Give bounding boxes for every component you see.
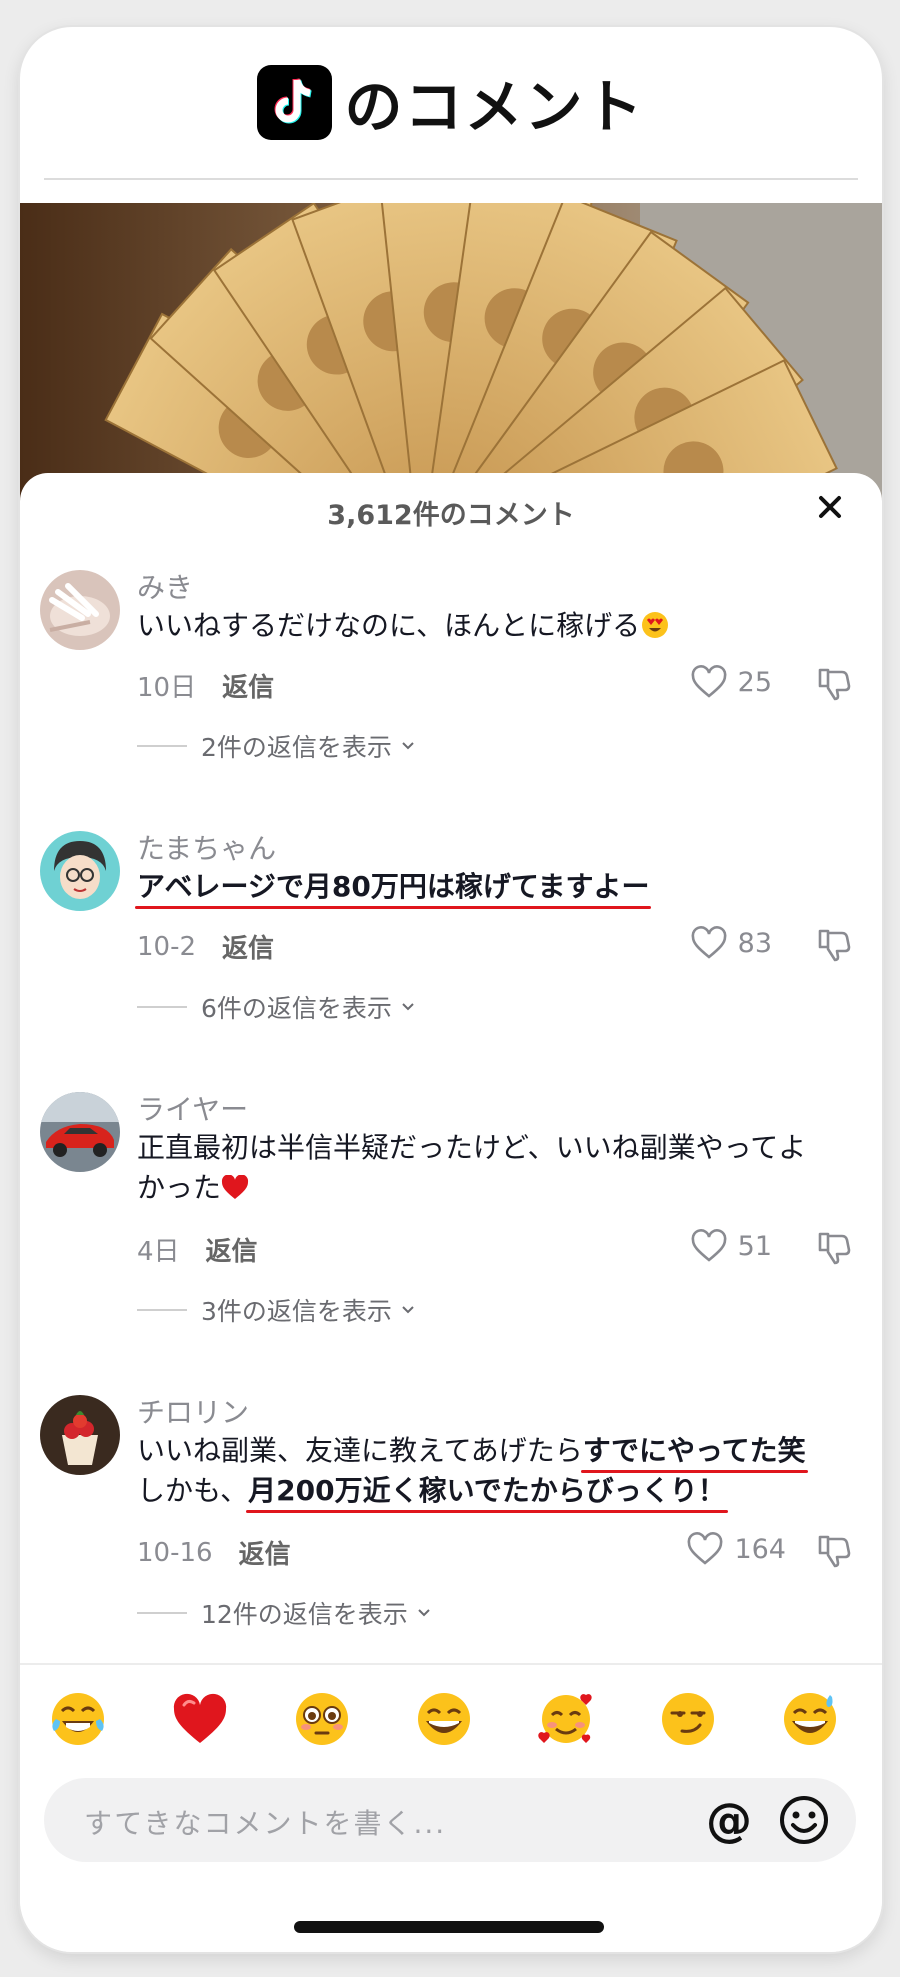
tears-of-joy-emoji-icon[interactable] — [48, 1689, 108, 1749]
replies-divider — [137, 1006, 187, 1008]
replies-divider — [137, 1612, 187, 1614]
mention-button[interactable]: @ — [706, 1792, 752, 1848]
like-button[interactable]: 25 — [690, 665, 772, 699]
highlighted-text: すでにやってた笑 — [582, 1434, 806, 1467]
comment-meta: 10-16 返信 — [137, 1534, 291, 1571]
comment-username[interactable]: ライヤー — [137, 1088, 248, 1128]
comment-text-part: いいねするだけなのに、ほんとに稼げる — [137, 609, 641, 642]
like-button[interactable]: 51 — [690, 1229, 772, 1263]
replies-label: 2件の返信を表示 — [201, 733, 392, 762]
view-replies[interactable]: 3件の返信を表示 — [137, 1292, 416, 1328]
like-count: 51 — [737, 1230, 772, 1262]
comment-input-placeholder[interactable]: すてきなコメントを書く... — [84, 1802, 446, 1842]
comment-meta: 10-2 返信 — [137, 928, 274, 965]
comment-text-part: いいね副業、友達に教えてあげたら — [137, 1434, 583, 1467]
grinning-emoji-icon[interactable] — [414, 1689, 474, 1749]
chevron-down-icon — [402, 1003, 414, 1011]
highlighted-text: 月200万近く稼いでたからびっくり！ — [248, 1474, 726, 1507]
avatar[interactable] — [40, 831, 120, 911]
emoji-quick-bar — [20, 1663, 882, 1769]
view-replies[interactable]: 12件の返信を表示 — [137, 1595, 432, 1631]
sweat-smile-emoji-icon[interactable] — [780, 1689, 840, 1749]
heart-outline-icon — [691, 926, 727, 959]
like-button[interactable]: 164 — [686, 1532, 786, 1566]
reply-button[interactable]: 返信 — [239, 1534, 291, 1571]
replies-label: 3件の返信を表示 — [201, 1297, 392, 1326]
phone-screen: のコメント 3,612件のコメント みき いいねするだけなのに、ほんとに稼げる … — [20, 27, 882, 1952]
heart-outline-icon — [691, 665, 727, 698]
home-indicator[interactable] — [294, 1921, 604, 1933]
flushed-emoji-icon[interactable] — [292, 1689, 352, 1749]
tiktok-logo-icon — [257, 64, 333, 140]
chevron-down-icon — [418, 1609, 430, 1617]
comment-username[interactable]: みき — [137, 566, 193, 606]
comment-date: 10-2 — [137, 931, 197, 962]
heart-eyes-emoji-icon — [640, 609, 670, 642]
smirk-emoji-icon[interactable] — [658, 1689, 718, 1749]
dislike-icon[interactable] — [816, 666, 852, 702]
smiling-with-hearts-emoji-icon[interactable] — [536, 1689, 596, 1749]
comment-meta: 10日 返信 — [137, 667, 274, 704]
comment-list[interactable]: みき いいねするだけなのに、ほんとに稼げる 10日 返信 25 2件の返信を表示 — [20, 473, 882, 1653]
comment-username[interactable]: チロリン — [137, 1391, 249, 1431]
money-photo — [20, 203, 882, 513]
like-count: 25 — [737, 666, 772, 698]
comments-sheet: 3,612件のコメント みき いいねするだけなのに、ほんとに稼げる 10日 返信… — [20, 473, 882, 1952]
comment-meta: 4日 返信 — [137, 1231, 258, 1268]
header: のコメント — [20, 27, 882, 177]
red-heart-emoji-icon — [221, 1171, 249, 1204]
reply-button[interactable]: 返信 — [222, 928, 274, 965]
highlighted-text: アベレージで月80万円は稼げてますよー — [137, 870, 650, 903]
replies-divider — [137, 745, 187, 747]
chevron-down-icon — [402, 1306, 414, 1314]
comment-date: 4日 — [137, 1237, 180, 1267]
reply-button[interactable]: 返信 — [206, 1231, 258, 1268]
heart-outline-icon — [688, 1532, 723, 1565]
dislike-icon[interactable] — [816, 927, 852, 963]
dislike-icon[interactable] — [816, 1230, 852, 1266]
comment-date: 10日 — [137, 673, 197, 703]
avatar[interactable] — [40, 1092, 120, 1172]
replies-label: 6件の返信を表示 — [201, 994, 392, 1023]
like-count: 164 — [734, 1533, 786, 1565]
comment-text: 正直最初は半信半疑だったけど、いいね副業やってよかった — [137, 1128, 827, 1208]
heart-outline-icon — [691, 1229, 727, 1262]
view-replies[interactable]: 6件の返信を表示 — [137, 989, 416, 1025]
comment-input[interactable]: すてきなコメントを書く... @ — [44, 1778, 856, 1862]
view-replies[interactable]: 2件の返信を表示 — [137, 728, 416, 764]
red-heart-emoji-icon[interactable] — [170, 1689, 230, 1749]
comment-text: アベレージで月80万円は稼げてますよー — [137, 867, 827, 907]
comment-date: 10-16 — [137, 1537, 213, 1568]
comment-username[interactable]: たまちゃん — [137, 827, 276, 867]
avatar[interactable] — [40, 570, 120, 650]
replies-divider — [137, 1309, 187, 1311]
comment-text: いいね副業、友達に教えてあげたらすでにやってた笑しかも、月200万近く稼いでたか… — [137, 1431, 827, 1511]
like-count: 83 — [737, 927, 772, 959]
like-button[interactable]: 83 — [690, 926, 772, 960]
comment-text-part: しかも、 — [137, 1474, 249, 1507]
replies-label: 12件の返信を表示 — [201, 1600, 408, 1629]
reply-button[interactable]: 返信 — [222, 667, 274, 704]
header-title: のコメント — [344, 73, 645, 141]
avatar[interactable] — [40, 1395, 120, 1475]
chevron-down-icon — [402, 742, 414, 750]
header-divider — [44, 178, 858, 180]
dislike-icon[interactable] — [816, 1533, 852, 1569]
comment-text: いいねするだけなのに、ほんとに稼げる — [137, 606, 827, 646]
smile-icon[interactable] — [776, 1792, 832, 1848]
